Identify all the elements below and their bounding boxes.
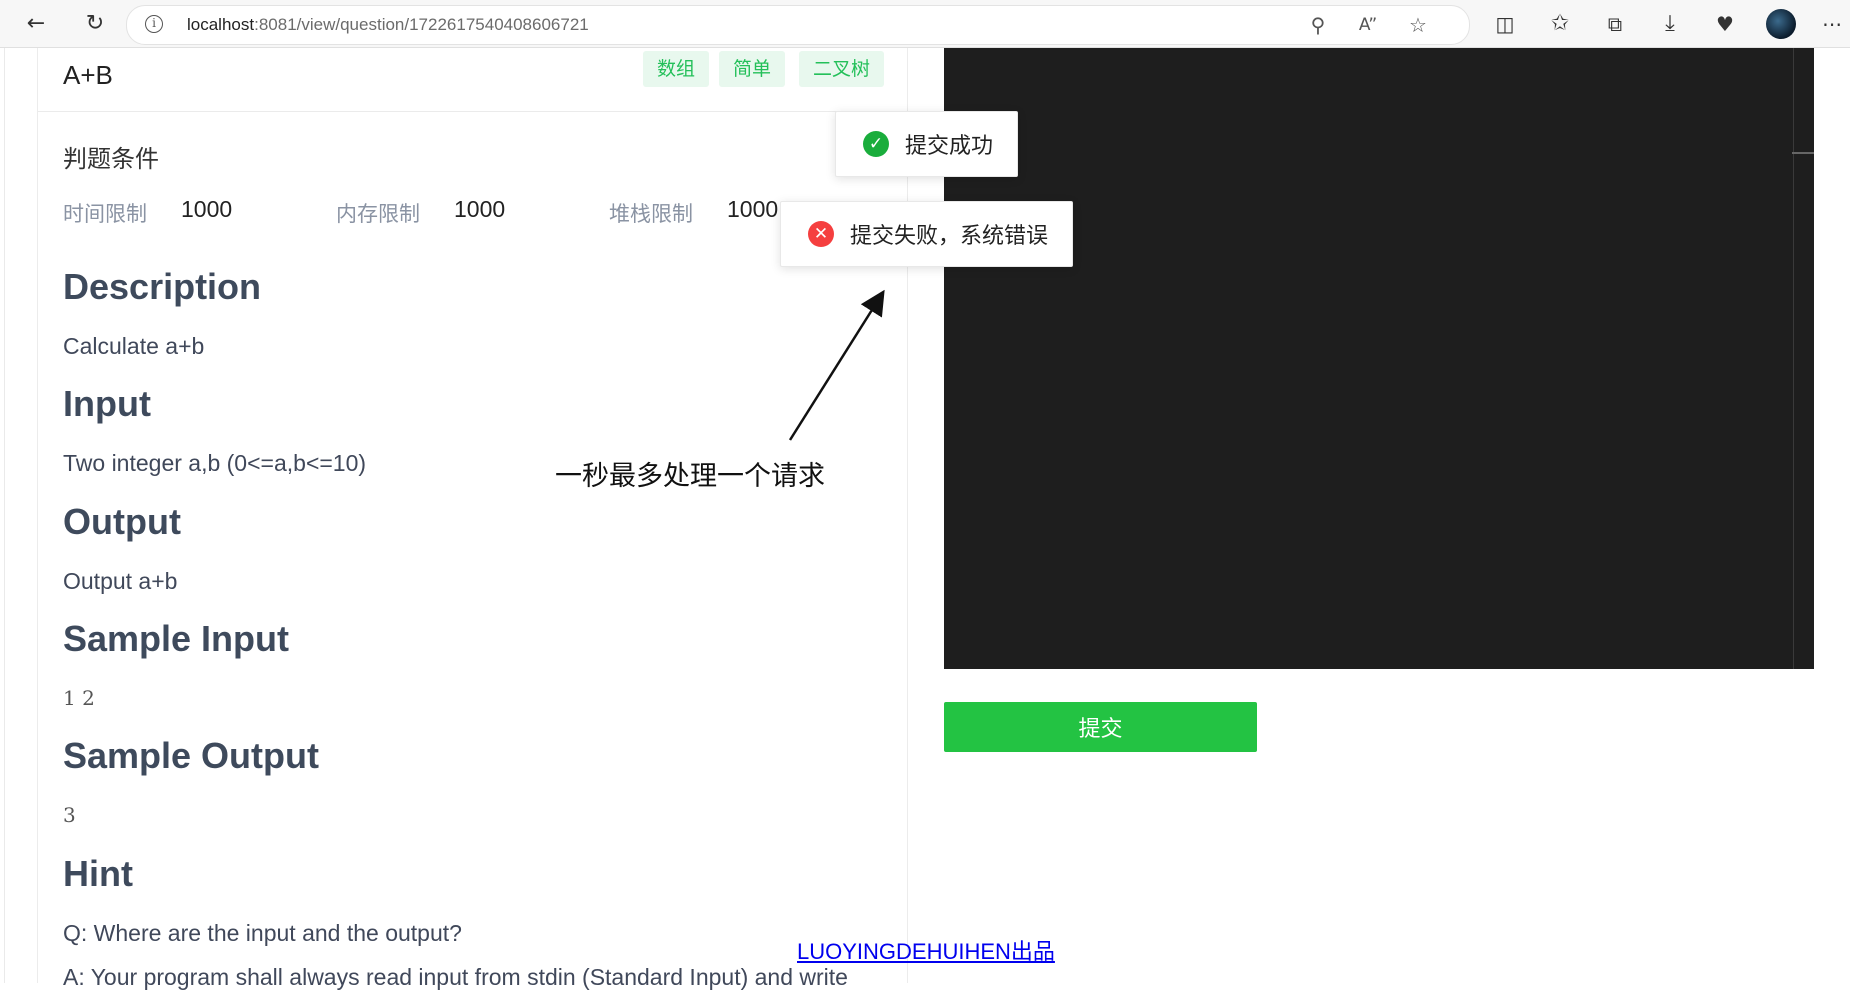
tag-easy: 简单 xyxy=(719,51,786,87)
time-limit-value: 1000 xyxy=(181,196,233,222)
input-heading: Input xyxy=(63,383,151,424)
error-toast: ✕ 提交失败，系统错误 xyxy=(780,201,1073,267)
editor-scroll-thumb[interactable] xyxy=(1792,152,1814,154)
success-toast: ✓ 提交成功 xyxy=(835,111,1018,177)
split-screen-icon[interactable]: ◫ xyxy=(1487,6,1523,42)
sample-output-text: 3 xyxy=(63,803,76,827)
sample-input-heading: Sample Input xyxy=(63,618,290,659)
info-icon[interactable]: i xyxy=(145,15,163,33)
submit-button[interactable]: 提交 xyxy=(944,702,1257,752)
memory-limit-value: 1000 xyxy=(454,196,506,222)
stack-limit-value: 1000 xyxy=(727,196,779,222)
close-circle-icon: ✕ xyxy=(808,221,834,247)
footer-link[interactable]: LUOYINGDEHUIHEN出品 xyxy=(797,934,1055,966)
stack-limit-label: 堆栈限制 xyxy=(609,202,693,226)
code-editor[interactable] xyxy=(944,48,1814,669)
sample-output-heading: Sample Output xyxy=(63,735,320,776)
zoom-icon[interactable]: ⚲ xyxy=(1303,10,1333,40)
read-aloud-icon[interactable]: A” xyxy=(1353,10,1383,40)
profile-avatar[interactable] xyxy=(1766,9,1796,39)
sample-input-text: 1 2 xyxy=(63,686,95,710)
hint-answer: A: Your program shall always read input … xyxy=(63,964,848,990)
refresh-icon[interactable]: ↻ xyxy=(77,6,113,42)
url-text[interactable]: localhost:8081/view/question/17226175404… xyxy=(187,15,589,35)
description-text: Calculate a+b xyxy=(63,333,205,359)
input-text: Two integer a,b (0<=a,b<=10) xyxy=(63,450,367,476)
downloads-icon[interactable]: ⤓ xyxy=(1652,6,1688,42)
hint-question: Q: Where are the input and the output? xyxy=(63,920,462,946)
error-toast-text: 提交失败，系统错误 xyxy=(850,224,1049,249)
browser-toolbar: ← ↻ i localhost:8081/view/question/17226… xyxy=(0,0,1850,48)
collections-icon[interactable]: ⧉ xyxy=(1597,6,1633,42)
output-heading: Output xyxy=(63,501,181,542)
more-icon[interactable]: ⋯ xyxy=(1814,6,1850,42)
conditions-heading: 判题条件 xyxy=(63,145,159,173)
annotation-text: 一秒最多处理一个请求 xyxy=(555,461,825,492)
page: A+B 数组 简单 二叉树 判题条件 时间限制 1000 内存限制 1000 堆… xyxy=(0,48,1850,990)
success-toast-text: 提交成功 xyxy=(905,134,994,159)
question-panel: A+B 数组 简单 二叉树 判题条件 时间限制 1000 内存限制 1000 堆… xyxy=(37,48,908,990)
question-header: A+B 数组 简单 二叉树 xyxy=(38,48,907,112)
tag-array: 数组 xyxy=(643,51,710,87)
description-heading: Description xyxy=(63,266,262,307)
question-title: A+B xyxy=(63,60,113,90)
output-text: Output a+b xyxy=(63,568,178,594)
memory-limit-label: 内存限制 xyxy=(336,202,420,226)
check-circle-icon: ✓ xyxy=(863,131,889,157)
time-limit-label: 时间限制 xyxy=(63,202,147,226)
address-bar[interactable]: i localhost:8081/view/question/172261754… xyxy=(126,5,1470,45)
page-edge xyxy=(4,48,5,983)
back-arrow-icon[interactable]: ← xyxy=(18,6,54,42)
tag-binary-tree: 二叉树 xyxy=(799,51,885,87)
editor-scrollbar[interactable] xyxy=(1793,48,1794,669)
favorite-star-icon[interactable]: ☆ xyxy=(1403,10,1433,40)
favorites-icon[interactable]: ✩ xyxy=(1542,6,1578,42)
performance-icon[interactable]: ♥ xyxy=(1707,6,1743,42)
hint-heading: Hint xyxy=(63,853,133,894)
